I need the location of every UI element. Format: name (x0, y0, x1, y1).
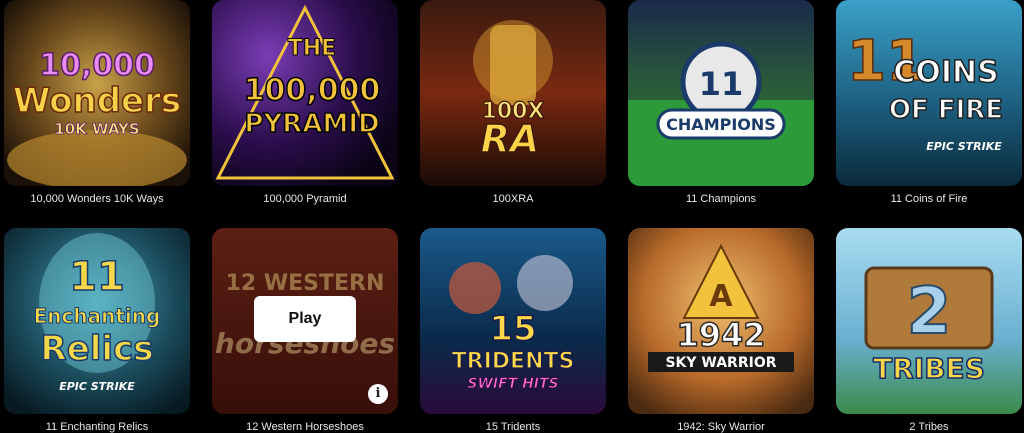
game-logo-line: CHAMPIONS (666, 115, 776, 134)
game-logo-line: 11 (699, 65, 744, 103)
info-icon[interactable]: i (368, 384, 388, 404)
game-logo-line: 1942 (676, 316, 765, 354)
game-tile[interactable]: 15 TRIDENTS SWIFT HITS 15 Tridents (420, 228, 606, 433)
game-logo-line: SWIFT HITS (467, 376, 558, 392)
game-artwork: 10,000 Wonders 10K WAYS (4, 0, 190, 186)
game-logo-line: RA (481, 117, 540, 161)
game-logo-line: PYRAMID (244, 109, 379, 139)
game-tile[interactable]: 11 CHAMPIONS 11 Champions (628, 0, 814, 205)
game-tile[interactable]: 2 TRIBES 2 Tribes (836, 228, 1022, 433)
game-logo-line: Enchanting (34, 304, 161, 328)
game-thumbnail[interactable]: A 1942 SKY WARRIOR (628, 228, 814, 414)
game-logo-line: OF FIRE (889, 95, 1003, 125)
game-title[interactable]: 12 Western Horseshoes (212, 420, 398, 433)
game-title[interactable]: 15 Tridents (420, 420, 606, 433)
game-tile[interactable]: 10,000 Wonders 10K WAYS 10,000 Wonders 1… (4, 0, 190, 205)
game-thumbnail[interactable]: 11 CHAMPIONS (628, 0, 814, 186)
game-artwork: THE 100,000 PYRAMID (212, 0, 398, 186)
game-artwork: 100X RA (420, 0, 606, 186)
game-tile[interactable]: 12 WESTERN horseshoes Play i 12 Western … (212, 228, 398, 433)
game-logo-line: 15 (489, 309, 536, 349)
game-title[interactable]: 2 Tribes (836, 420, 1022, 433)
game-title[interactable]: 11 Champions (628, 192, 814, 206)
game-tile[interactable]: 11 COINS OF FIRE EPIC STRIKE 11 Coins of… (836, 0, 1022, 205)
game-thumbnail[interactable]: 10,000 Wonders 10K WAYS (4, 0, 190, 186)
game-logo-line: 11 (69, 254, 125, 300)
game-grid: 10,000 Wonders 10K WAYS 10,000 Wonders 1… (0, 0, 1024, 433)
game-tile[interactable]: A 1942 SKY WARRIOR 1942: Sky Warrior (628, 228, 814, 433)
game-artwork: 11 CHAMPIONS (628, 0, 814, 186)
game-thumbnail[interactable]: 11 COINS OF FIRE EPIC STRIKE (836, 0, 1022, 186)
game-logo-line: TRIBES (873, 352, 985, 385)
game-logo-line: 10K WAYS (54, 120, 139, 138)
game-logo-line: Wonders (13, 81, 181, 121)
game-logo-line: COINS (893, 55, 998, 90)
play-button[interactable]: Play (254, 296, 356, 342)
game-logo-line: SKY WARRIOR (665, 355, 776, 371)
game-title[interactable]: 1942: Sky Warrior (628, 420, 814, 433)
game-thumbnail[interactable]: 12 WESTERN horseshoes Play i (212, 228, 398, 414)
game-title[interactable]: 11 Coins of Fire (836, 192, 1022, 206)
game-artwork: 15 TRIDENTS SWIFT HITS (420, 228, 606, 414)
game-title[interactable]: 100XRA (420, 192, 606, 206)
game-title[interactable]: 10,000 Wonders 10K Ways (4, 192, 190, 206)
game-logo-line: EPIC STRIKE (926, 140, 1002, 153)
game-artwork: 11 COINS OF FIRE EPIC STRIKE (836, 0, 1022, 186)
game-logo-line: Relics (41, 329, 154, 369)
game-logo-line: 2 (907, 275, 952, 349)
game-thumbnail[interactable]: 2 TRIBES (836, 228, 1022, 414)
game-logo-line: 100,000 (244, 73, 381, 108)
game-tile[interactable]: 11 Enchanting Relics EPIC STRIKE 11 Ench… (4, 228, 190, 433)
game-logo-line: 10,000 (39, 48, 155, 83)
game-logo-line: EPIC STRIKE (59, 380, 135, 393)
game-artwork: 11 Enchanting Relics EPIC STRIKE (4, 228, 190, 414)
game-logo-line: TRIDENTS (452, 349, 575, 374)
game-title[interactable]: 100,000 Pyramid (212, 192, 398, 206)
game-artwork: A 1942 SKY WARRIOR (628, 228, 814, 414)
game-logo-line: THE (288, 36, 336, 61)
game-logo-line: A (709, 279, 733, 314)
game-thumbnail[interactable]: 15 TRIDENTS SWIFT HITS (420, 228, 606, 414)
game-artwork: 2 TRIBES (836, 228, 1022, 414)
game-tile[interactable]: THE 100,000 PYRAMID 100,000 Pyramid (212, 0, 398, 205)
game-tile[interactable]: 100X RA 100XRA (420, 0, 606, 205)
game-thumbnail[interactable]: THE 100,000 PYRAMID (212, 0, 398, 186)
game-title[interactable]: 11 Enchanting Relics (4, 420, 190, 433)
game-thumbnail[interactable]: 11 Enchanting Relics EPIC STRIKE (4, 228, 190, 414)
game-thumbnail[interactable]: 100X RA (420, 0, 606, 186)
